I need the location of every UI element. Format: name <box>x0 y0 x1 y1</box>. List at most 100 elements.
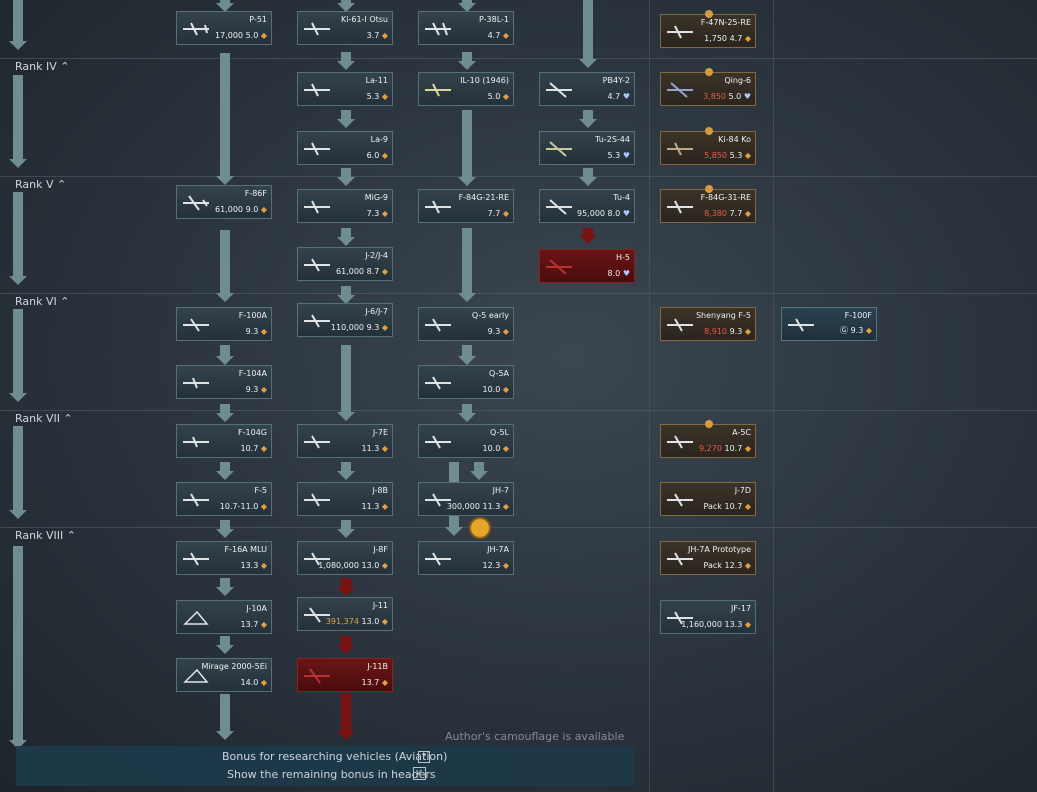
vehicle-card-f84g[interactable]: F-84G-21-RE 7.7 ◆ <box>418 189 514 223</box>
vehicle-card-f104a[interactable]: F-104A 9.3 ◆ <box>176 365 272 399</box>
vehicle-br: 10.7-11.0 ◆ <box>219 502 267 511</box>
vehicle-card-f86f[interactable]: F-86F 61,000 9.0 ◆ <box>176 185 272 219</box>
vehicle-br: 300,000 11.3 ◆ <box>446 502 509 511</box>
vehicle-br: 61,000 9.0 ◆ <box>215 205 267 214</box>
vehicle-br: Ⓖ 9.3 ◆ <box>840 326 872 335</box>
vehicle-name: Shenyang F-5 <box>695 311 751 320</box>
vehicle-card-a5c[interactable]: A-5C 9,270 10.7 ◆ <box>660 420 756 458</box>
premium-badge-icon <box>705 10 713 18</box>
help-icon[interactable]: ? <box>418 751 430 763</box>
vehicle-card-f47[interactable]: F-47N-25-RE 1,750 4.7 ◆ <box>660 10 756 48</box>
premium-badge-icon <box>705 68 713 76</box>
rank-viii-header[interactable]: Rank VIII ⌃ <box>15 529 76 542</box>
vehicle-card-p38[interactable]: P-38L-1 4.7 ◆ <box>418 11 514 45</box>
vehicle-br: 10.0 ◆ <box>482 444 509 453</box>
plane-icon <box>183 610 209 625</box>
vehicle-br: 9.3 ◆ <box>245 327 267 336</box>
vehicle-card-j6[interactable]: J-6/J-7 110,000 9.3 ◆ <box>297 303 393 337</box>
plane-icon <box>304 435 330 449</box>
vehicle-name: F-100A <box>238 311 267 320</box>
vehicle-card-shenyang[interactable]: Shenyang F-5 8,910 9.3 ◆ <box>660 307 756 341</box>
vehicle-br: 9,270 10.7 ◆ <box>699 444 751 453</box>
vehicle-card-tu2s[interactable]: Tu-2S-44 5.3 ♥ <box>539 131 635 165</box>
vehicle-name: J-6/J-7 <box>365 307 388 316</box>
vehicle-card-la11[interactable]: La-11 5.3 ◆ <box>297 72 393 106</box>
vehicle-card-jf17[interactable]: JF-17 1,160,000 13.3 ◆ <box>660 600 756 634</box>
vehicle-br: 5.3 ◆ <box>366 92 388 101</box>
vehicle-card-jh7[interactable]: JH-7 300,000 11.3 ◆ <box>418 482 514 516</box>
vehicle-br: 110,000 9.3 ◆ <box>330 323 388 332</box>
vehicle-card-j11b[interactable]: J-11B 13.7 ◆ <box>297 658 393 692</box>
vehicle-br: 11.3 ◆ <box>361 444 388 453</box>
vehicle-br: 14.0 ◆ <box>240 678 267 687</box>
vehicle-card-il10[interactable]: IL-10 (1946) 5.0 ◆ <box>418 72 514 106</box>
vehicle-br: 7.3 ◆ <box>366 209 388 218</box>
vehicle-card-f100f[interactable]: F-100F Ⓖ 9.3 ◆ <box>781 307 877 341</box>
vehicle-card-q5l[interactable]: Q-5L 10.0 ◆ <box>418 424 514 458</box>
tree-arrow <box>216 345 234 365</box>
plane-icon <box>304 314 330 328</box>
vehicle-card-h5[interactable]: H-5 8.0 ♥ <box>539 249 635 283</box>
vehicle-card-q5e[interactable]: Q-5 early 9.3 ◆ <box>418 307 514 341</box>
vehicle-br: 9.3 ◆ <box>487 327 509 336</box>
vehicle-card-ki61[interactable]: Ki-61-I Otsu 3.7 ◆ <box>297 11 393 45</box>
premium-badge-icon <box>705 185 713 193</box>
vehicle-card-mig9[interactable]: MiG-9 7.3 ◆ <box>297 189 393 223</box>
rank-separator <box>0 527 1037 528</box>
vehicle-card-jh7a[interactable]: JH-7A 12.3 ◆ <box>418 541 514 575</box>
rank-vi-header[interactable]: Rank VI ⌃ <box>15 295 69 308</box>
vehicle-card-p51[interactable]: P-51 17,000 5.0 ◆ <box>176 11 272 45</box>
vehicle-card-j8f[interactable]: J-8F 1,080,000 13.0 ◆ <box>297 541 393 575</box>
vehicle-card-j10a[interactable]: J-10A 13.7 ◆ <box>176 600 272 634</box>
tree-arrow <box>337 168 355 186</box>
vehicle-card-mirage[interactable]: Mirage 2000-5Ei 14.0 ◆ <box>176 658 272 692</box>
tree-arrow <box>458 110 476 186</box>
tree-arrow <box>337 228 355 246</box>
vehicle-card-f16[interactable]: F-16A MLU 13.3 ◆ <box>176 541 272 575</box>
vehicle-card-f100a[interactable]: F-100A 9.3 ◆ <box>176 307 272 341</box>
vehicle-card-la9[interactable]: La-9 6.0 ◆ <box>297 131 393 165</box>
vehicle-card-q5a[interactable]: Q-5A 10.0 ◆ <box>418 365 514 399</box>
vehicle-card-f84g31[interactable]: F-84G-31-RE 8,380 7.7 ◆ <box>660 185 756 223</box>
rank-v-header[interactable]: Rank V ⌃ <box>15 178 66 191</box>
plane-icon <box>304 22 330 36</box>
tree-arrow <box>216 0 234 12</box>
tree-arrow <box>216 230 234 302</box>
tree-arrow <box>216 404 234 422</box>
vehicle-card-j8b[interactable]: J-8B 11.3 ◆ <box>297 482 393 516</box>
plane-icon <box>304 493 330 507</box>
vehicle-name: F-84G-31-RE <box>700 193 751 202</box>
tree-arrow <box>216 53 234 185</box>
vehicle-name: P-51 <box>249 15 267 24</box>
vehicle-name: IL-10 (1946) <box>460 76 509 85</box>
tree-arrow <box>337 636 355 654</box>
vehicle-card-ki84[interactable]: Ki-84 Ko 5,850 5.3 ◆ <box>660 127 756 165</box>
vehicle-name: Q-5L <box>490 428 509 437</box>
vehicle-card-jh7ap[interactable]: JH-7A Prototype Pack 12.3 ◆ <box>660 541 756 575</box>
plane-icon <box>425 318 451 332</box>
plane-icon <box>425 376 451 390</box>
vehicle-card-f104g[interactable]: F-104G 10.7 ◆ <box>176 424 272 458</box>
rank-separator <box>0 176 1037 177</box>
vehicle-name: F-84G-21-RE <box>458 193 509 202</box>
vehicle-card-f5[interactable]: F-5 10.7-11.0 ◆ <box>176 482 272 516</box>
vehicle-name: F-104A <box>238 369 267 378</box>
rank-iv-header[interactable]: Rank IV ⌃ <box>15 60 69 73</box>
vehicle-br: Pack 10.7 ◆ <box>703 502 751 511</box>
vehicle-card-qing6[interactable]: Qing-6 3,850 5.0 ♥ <box>660 68 756 106</box>
rank-separator <box>0 58 1037 59</box>
vehicle-card-j7d[interactable]: J-7D Pack 10.7 ◆ <box>660 482 756 516</box>
show-bonus-checkbox[interactable]: ✓ <box>413 767 426 780</box>
vehicle-card-j2[interactable]: J-2/J-4 61,000 8.7 ◆ <box>297 247 393 281</box>
vehicle-card-j11[interactable]: J-11 391,374 13.0 ◆ <box>297 597 393 631</box>
vehicle-card-tu4[interactable]: Tu-4 95,000 8.0 ♥ <box>539 189 635 223</box>
vehicle-card-pb4y[interactable]: PB4Y-2 4.7 ♥ <box>539 72 635 106</box>
rank-arrow <box>9 0 27 50</box>
vehicle-br: 13.7 ◆ <box>361 678 388 687</box>
vehicle-name: J-11 <box>372 601 388 610</box>
rank-separator <box>0 410 1037 411</box>
vehicle-card-j7e[interactable]: J-7E 11.3 ◆ <box>297 424 393 458</box>
vehicle-br: 13.7 ◆ <box>240 620 267 629</box>
plane-icon <box>304 200 330 214</box>
rank-vii-header[interactable]: Rank VII ⌃ <box>15 412 73 425</box>
